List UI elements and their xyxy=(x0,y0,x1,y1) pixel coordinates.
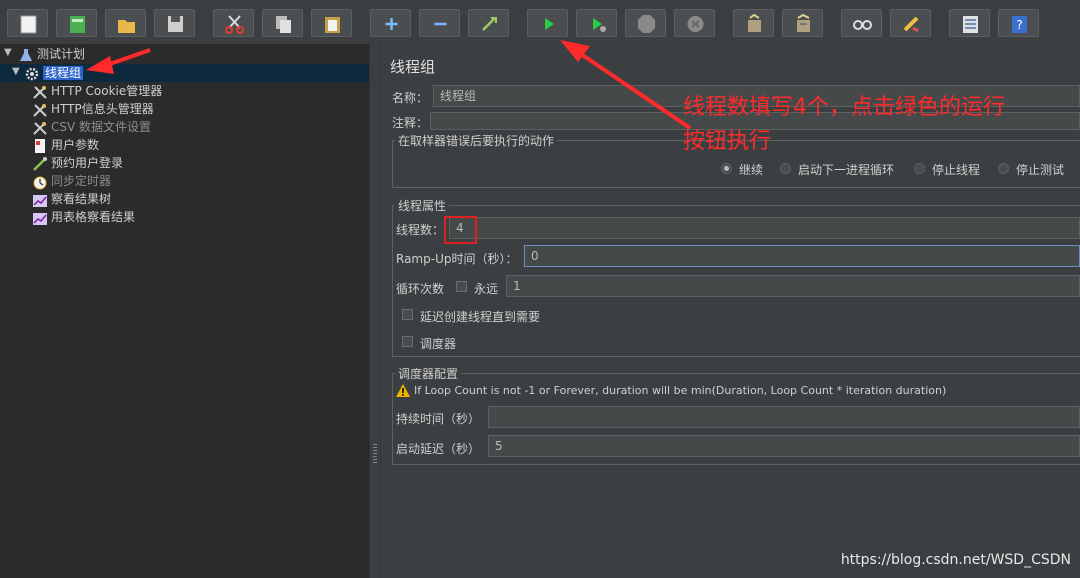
radio-stop-thread[interactable] xyxy=(914,163,925,174)
tree-item[interactable]: 用表格察看结果 xyxy=(32,208,135,226)
radio-stop-thread-label: 停止线程 xyxy=(932,163,981,177)
startup-delay-label: 启动延迟（秒） xyxy=(396,442,481,456)
clear-icon[interactable] xyxy=(733,9,774,37)
threads-label: 线程数： xyxy=(396,223,445,237)
tree-item-label: 测试计划 xyxy=(37,47,86,61)
tree-item-label: 察看结果树 xyxy=(51,192,112,206)
loop-count-field[interactable]: 1 xyxy=(506,275,1080,297)
copy-icon[interactable] xyxy=(262,9,303,37)
threads-field[interactable]: 4 xyxy=(449,217,1080,239)
duration-label: 持续时间（秒） xyxy=(396,412,481,426)
tree-item-label: 预约用户登录 xyxy=(51,156,124,170)
tree-item-label: 用表格察看结果 xyxy=(51,210,136,224)
pipette-icon xyxy=(32,156,48,172)
tree-expand-thread-group-icon[interactable]: ▼ xyxy=(12,66,20,77)
thread-properties-title: 线程属性 xyxy=(395,197,450,214)
radio-continue[interactable] xyxy=(721,163,732,174)
panel-title: 线程组 xyxy=(390,58,436,76)
tree-item-label: 线程组 xyxy=(43,66,84,80)
collapse-icon[interactable] xyxy=(419,9,460,37)
scheduler-config-title: 调度器配置 xyxy=(395,365,462,382)
startup-delay-field[interactable]: 5 xyxy=(488,435,1080,457)
cut-icon[interactable] xyxy=(213,9,254,37)
tree-item[interactable]: 同步定时器 xyxy=(32,172,111,190)
save-icon[interactable] xyxy=(154,9,195,37)
tree-item-label: HTTP信息头管理器 xyxy=(51,102,154,116)
search-icon[interactable] xyxy=(841,9,882,37)
error-action-group-title: 在取样器错误后要执行的动作 xyxy=(395,132,558,149)
scheduler-checkbox[interactable] xyxy=(402,336,413,347)
toggle-icon[interactable] xyxy=(468,9,509,37)
wrench-icon xyxy=(32,84,48,100)
clear-all-icon[interactable] xyxy=(782,9,823,37)
tree-expand-root-icon[interactable]: ▼ xyxy=(4,47,12,58)
forever-checkbox[interactable] xyxy=(456,281,467,292)
chart-icon xyxy=(32,192,48,208)
delay-thread-creation-label: 延迟创建线程直到需要 xyxy=(420,310,541,324)
tree-item-test-plan[interactable]: 测试计划 xyxy=(18,45,85,63)
tree-item[interactable]: 预约用户登录 xyxy=(32,154,123,172)
tree-item-label: CSV 数据文件设置 xyxy=(51,120,152,134)
duration-field[interactable] xyxy=(488,406,1080,428)
rampup-field[interactable]: 0 xyxy=(524,245,1080,267)
new-icon[interactable] xyxy=(7,9,48,37)
split-divider[interactable] xyxy=(369,44,381,578)
annotation-text: 线程数填写4个，点击绿色的运行 按钮执行 xyxy=(683,91,1005,159)
templates-icon[interactable] xyxy=(56,9,97,37)
tree-item[interactable]: CSV 数据文件设置 xyxy=(32,118,151,136)
threads-highlight-box xyxy=(444,216,477,244)
tree-item-label: 用户参数 xyxy=(51,138,100,152)
tree-item[interactable]: 察看结果树 xyxy=(32,190,111,208)
loop-label: 循环次数 xyxy=(396,282,445,296)
comment-label: 注释： xyxy=(392,116,429,130)
reset-search-icon[interactable] xyxy=(890,9,931,37)
tree-item[interactable]: HTTP信息头管理器 xyxy=(32,100,154,118)
scheduler-label: 调度器 xyxy=(420,337,457,351)
rampup-label: Ramp-Up时间（秒）： xyxy=(396,252,518,266)
watermark: https://blog.csdn.net/WSD_CSDN xyxy=(840,552,1071,568)
tree-item[interactable]: HTTP Cookie管理器 xyxy=(32,82,162,100)
wrench-icon xyxy=(32,102,48,118)
radio-start-next-loop[interactable] xyxy=(780,163,791,174)
chart-icon xyxy=(32,210,48,226)
stop-icon[interactable] xyxy=(625,9,666,37)
toolbar: ? xyxy=(0,0,1080,44)
annotation-line-1: 线程数填写4个，点击绿色的运行 xyxy=(683,95,1005,120)
radio-continue-label: 继续 xyxy=(739,163,764,177)
help-icon[interactable]: ? xyxy=(998,9,1039,37)
timer-icon xyxy=(32,174,48,190)
radio-stop-test[interactable] xyxy=(998,163,1009,174)
wrench-icon xyxy=(32,120,48,136)
flask-icon xyxy=(18,47,34,63)
forever-label: 永远 xyxy=(474,282,499,296)
name-label: 名称： xyxy=(392,91,429,105)
start-icon[interactable] xyxy=(527,9,568,37)
tree-item-label: 同步定时器 xyxy=(51,174,112,188)
document-icon xyxy=(32,138,48,154)
shutdown-icon[interactable] xyxy=(674,9,715,37)
paste-icon[interactable] xyxy=(311,9,352,37)
open-icon[interactable] xyxy=(105,9,146,37)
tree-item-thread-group[interactable]: 线程组 xyxy=(24,64,84,82)
gear-icon xyxy=(24,66,40,82)
annotation-line-2: 按钮执行 xyxy=(683,129,772,154)
tree-item[interactable]: 用户参数 xyxy=(32,136,99,154)
tree-item-label: HTTP Cookie管理器 xyxy=(51,84,163,98)
start-no-pause-icon[interactable] xyxy=(576,9,617,37)
delay-thread-creation-checkbox[interactable] xyxy=(402,309,413,320)
radio-stop-test-label: 停止测试 xyxy=(1016,163,1065,177)
svg-text:?: ? xyxy=(1016,18,1022,32)
expand-icon[interactable] xyxy=(370,9,411,37)
loop-warning-text: If Loop Count is not -1 or Forever, dura… xyxy=(414,384,947,397)
radio-start-next-loop-label: 启动下一进程循环 xyxy=(798,163,895,177)
function-helper-icon[interactable] xyxy=(949,9,990,37)
warning-icon xyxy=(396,384,410,397)
